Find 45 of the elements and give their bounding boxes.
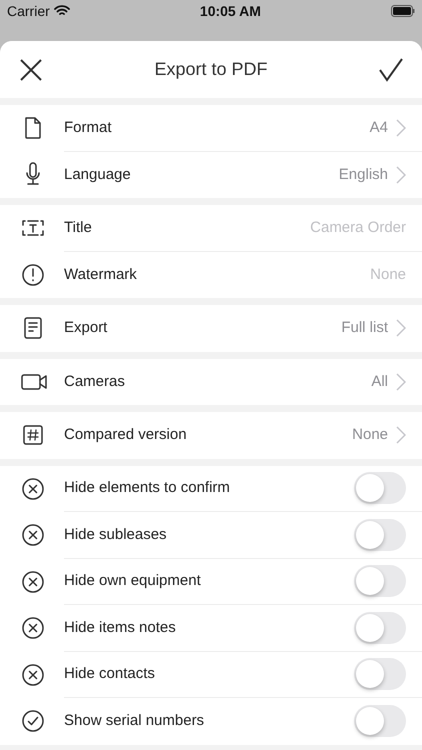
row-label: Hide elements to confirm [64, 478, 231, 498]
row-label: Hide own equipment [64, 571, 202, 591]
close-button[interactable] [18, 56, 44, 82]
x-circle-icon [20, 476, 46, 502]
row-label: Language [64, 164, 132, 184]
toggle-switch[interactable] [354, 705, 406, 738]
toggle-switch[interactable] [354, 565, 406, 598]
chevron-right-icon [396, 372, 406, 391]
row-label: Format [64, 118, 113, 138]
text-field[interactable]: Camera Order [226, 216, 406, 239]
row-value: A4 [370, 118, 388, 138]
chevron-right-icon [396, 118, 406, 137]
wifi-icon [54, 5, 70, 17]
confirm-button[interactable] [378, 56, 404, 82]
row-label: Show serial numbers [64, 711, 206, 731]
toggle-switch[interactable] [354, 658, 406, 690]
row-label: Hide items notes [64, 618, 177, 638]
toggle-switch[interactable] [354, 612, 406, 644]
x-circle-icon [20, 568, 46, 595]
battery-icon [390, 5, 415, 17]
chevron-right-icon [396, 426, 406, 444]
x-circle-icon [20, 615, 46, 642]
row-label: Watermark [64, 264, 138, 284]
row-label: Cameras [64, 372, 126, 392]
status-time: 10:05 AM [200, 2, 261, 20]
x-circle-icon [20, 522, 46, 548]
row-value: All [371, 372, 388, 392]
x-circle-icon [20, 662, 46, 688]
toggle-switch[interactable] [354, 518, 406, 551]
sheet-title: Export to PDF [154, 58, 268, 81]
toggle-switch[interactable] [354, 472, 406, 504]
row-value: English [338, 164, 388, 184]
row-value: None [352, 425, 388, 445]
row-label: Export [64, 318, 108, 338]
text-field[interactable]: None [226, 264, 406, 286]
carrier-label: Carrier [7, 2, 50, 20]
row-label: Title [64, 218, 93, 238]
row-label: Hide contacts [64, 664, 156, 684]
exclamation-circle-icon [20, 262, 46, 288]
chevron-right-icon [396, 319, 406, 338]
chevron-right-icon [396, 166, 406, 184]
check-circle-icon [20, 708, 46, 734]
row-label: Compared version [64, 425, 188, 445]
row-value: Full list [341, 318, 388, 338]
row-label: Hide subleases [64, 524, 168, 544]
